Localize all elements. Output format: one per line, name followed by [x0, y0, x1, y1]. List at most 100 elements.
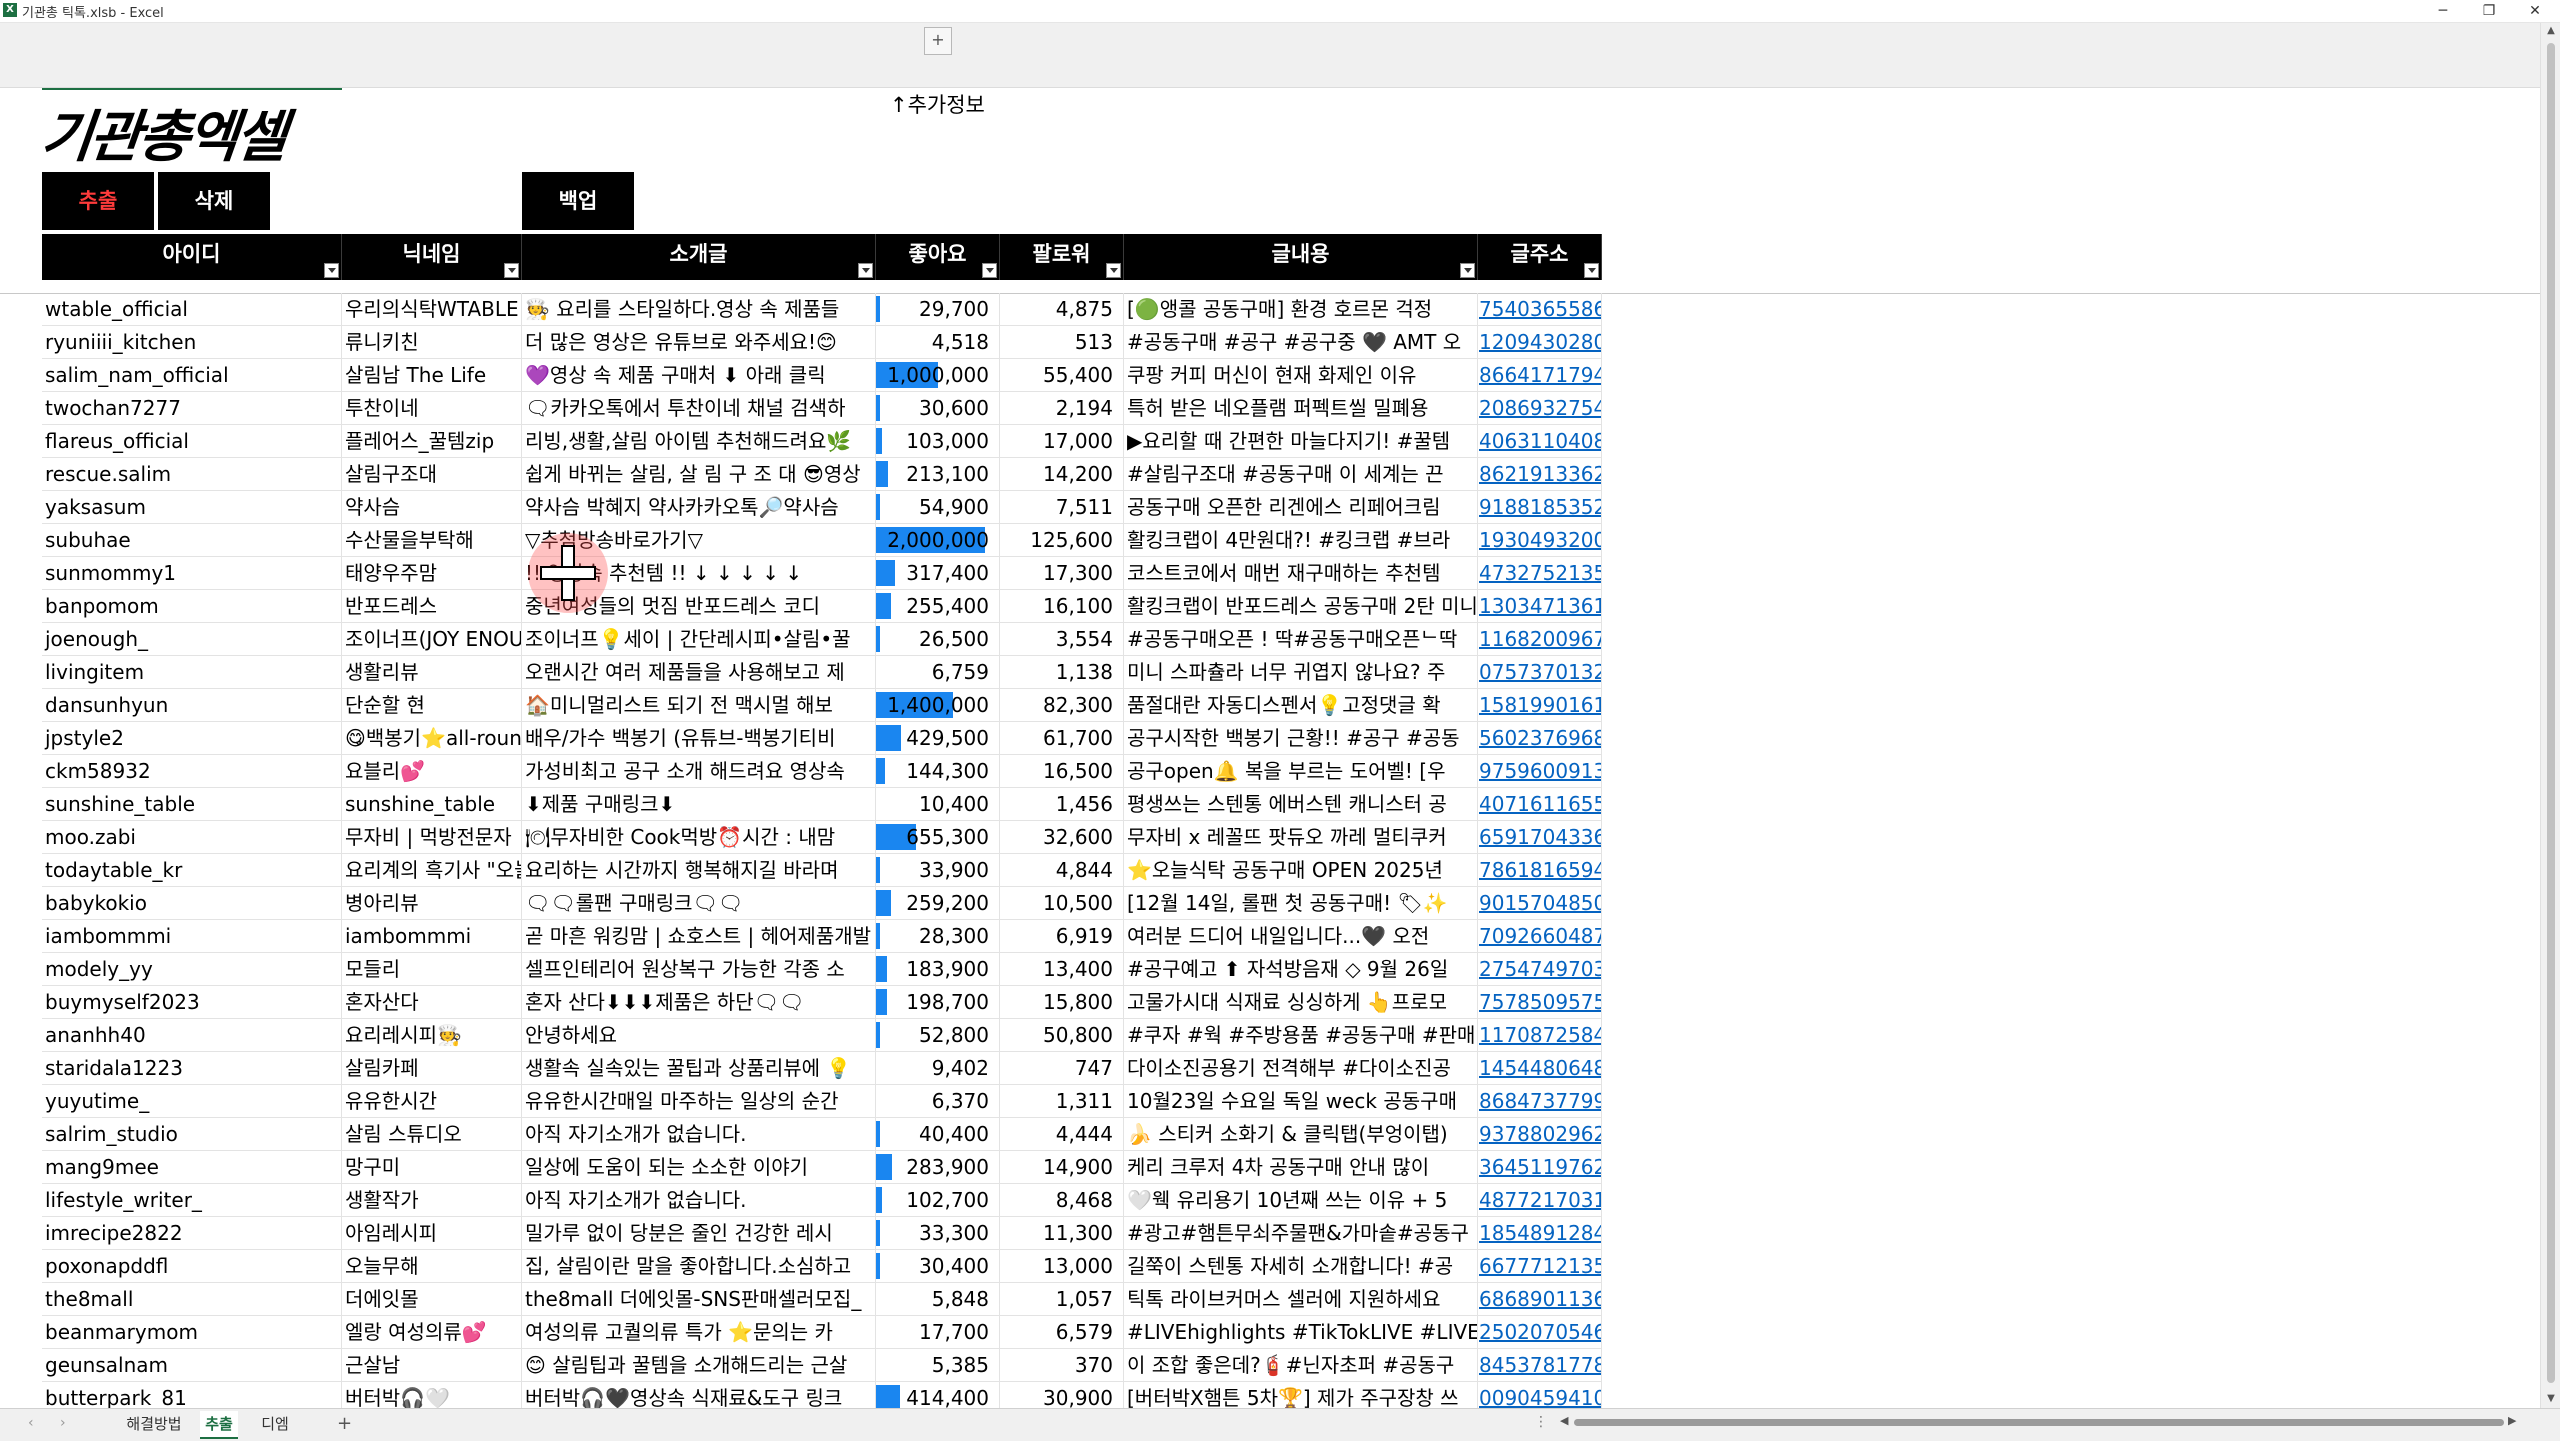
cell-link[interactable]: 1854891284: [1478, 1217, 1602, 1249]
cell-nickname[interactable]: 생활작가: [342, 1184, 522, 1216]
cell-link[interactable]: 4877217031: [1478, 1184, 1602, 1216]
cell-id[interactable]: yaksasum: [42, 491, 342, 523]
cell-content[interactable]: 특허 받은 네오플램 퍼펙트씰 밀폐용: [1124, 392, 1478, 424]
cell-nickname[interactable]: 류니키친: [342, 326, 522, 358]
vertical-scrollbar[interactable]: ▲ ▼: [2540, 23, 2560, 1408]
cell-bio[interactable]: 더 많은 영상은 유튜브로 와주세요!😊: [522, 326, 876, 358]
cell-likes[interactable]: 28,300: [876, 920, 1000, 952]
cell-followers[interactable]: 14,200: [1000, 458, 1124, 490]
cell-nickname[interactable]: 모들리: [342, 953, 522, 985]
cell-likes[interactable]: 259,200: [876, 887, 1000, 919]
cell-id[interactable]: salim_nam_official: [42, 359, 342, 391]
cell-id[interactable]: the8mall: [42, 1283, 342, 1315]
cell-bio[interactable]: 아직 자기소개가 없습니다.: [522, 1184, 876, 1216]
delete-button[interactable]: 삭제: [158, 172, 270, 230]
cell-content[interactable]: ⭐오늘식탁 공동구매 OPEN 2025년: [1124, 854, 1478, 886]
cell-bio[interactable]: 가성비최고 공구 소개 해드려요 영상속: [522, 755, 876, 787]
cell-likes[interactable]: 2,000,000: [876, 524, 1000, 556]
cell-bio[interactable]: 🗨카카오톡에서 투찬이네 채널 검색하: [522, 392, 876, 424]
cell-bio[interactable]: 오랜시간 여러 제품들을 사용해보고 제: [522, 656, 876, 688]
cell-id[interactable]: ryuniiii_kitchen: [42, 326, 342, 358]
cell-link[interactable]: 7540365586: [1478, 293, 1602, 325]
cell-id[interactable]: wtable_official: [42, 293, 342, 325]
cell-likes[interactable]: 283,900: [876, 1151, 1000, 1183]
tab-dm[interactable]: 디엠: [254, 1411, 296, 1437]
cell-nickname[interactable]: 살림카페: [342, 1052, 522, 1084]
cell-link[interactable]: 5602376968: [1478, 722, 1602, 754]
cell-id[interactable]: modely_yy: [42, 953, 342, 985]
filter-dropdown-icon[interactable]: [504, 263, 519, 278]
cell-followers[interactable]: 11,300: [1000, 1217, 1124, 1249]
cell-id[interactable]: rescue.salim: [42, 458, 342, 490]
more-options-icon[interactable]: ⋮: [1534, 1414, 1548, 1430]
cell-link[interactable]: 1930493200: [1478, 524, 1602, 556]
cell-nickname[interactable]: 수산물을부탁해: [342, 524, 522, 556]
cell-id[interactable]: imrecipe2822: [42, 1217, 342, 1249]
cell-nickname[interactable]: 유유한시간: [342, 1085, 522, 1117]
cell-link[interactable]: 8684737799: [1478, 1085, 1602, 1117]
cell-nickname[interactable]: 살림남 The Life: [342, 359, 522, 391]
cell-likes[interactable]: 30,400: [876, 1250, 1000, 1282]
cell-id[interactable]: livingitem: [42, 656, 342, 688]
filter-dropdown-icon[interactable]: [1584, 263, 1599, 278]
cell-nickname[interactable]: 더에잇몰: [342, 1283, 522, 1315]
cell-nickname[interactable]: 투찬이네: [342, 392, 522, 424]
cell-link[interactable]: 4063110408: [1478, 425, 1602, 457]
cell-id[interactable]: jpstyle2: [42, 722, 342, 754]
cell-bio[interactable]: 곧 마흔 워킹맘 | 쇼호스트 | 헤어제품개발: [522, 920, 876, 952]
cell-nickname[interactable]: 살림 스튜디오: [342, 1118, 522, 1150]
cell-followers[interactable]: 55,400: [1000, 359, 1124, 391]
cell-id[interactable]: poxonapddfl: [42, 1250, 342, 1282]
cell-likes[interactable]: 5,848: [876, 1283, 1000, 1315]
filter-dropdown-icon[interactable]: [982, 263, 997, 278]
close-button[interactable]: ✕: [2512, 0, 2558, 22]
cell-bio[interactable]: 조이너프💡세이 | 간단레시피•살림•꿀: [522, 623, 876, 655]
cell-link[interactable]: 7578509575: [1478, 986, 1602, 1018]
cell-content[interactable]: 🤍웩 유리용기 10년째 쓰는 이유 + 5: [1124, 1184, 1478, 1216]
minimize-button[interactable]: ─: [2420, 0, 2466, 22]
cell-followers[interactable]: 7,511: [1000, 491, 1124, 523]
cell-bio[interactable]: 생활속 실속있는 꿀팁과 상품리뷰에 💡: [522, 1052, 876, 1084]
cell-followers[interactable]: 513: [1000, 326, 1124, 358]
cell-content[interactable]: 이 조합 좋은데?🧯#닌자초퍼 #공동구: [1124, 1349, 1478, 1381]
h-scrollbar-thumb[interactable]: [1574, 1419, 2504, 1426]
cell-id[interactable]: geunsalnam: [42, 1349, 342, 1381]
cell-id[interactable]: iambommmi: [42, 920, 342, 952]
cell-followers[interactable]: 82,300: [1000, 689, 1124, 721]
cell-followers[interactable]: 6,579: [1000, 1316, 1124, 1348]
cell-followers[interactable]: 6,919: [1000, 920, 1124, 952]
cell-likes[interactable]: 1,000,000: [876, 359, 1000, 391]
cell-content[interactable]: 고물가시대 식재료 싱싱하게 👆프로모: [1124, 986, 1478, 1018]
cell-bio[interactable]: 일상에 도움이 되는 소소한 이야기: [522, 1151, 876, 1183]
cell-id[interactable]: lifestyle_writer_: [42, 1184, 342, 1216]
cell-followers[interactable]: 1,138: [1000, 656, 1124, 688]
cell-likes[interactable]: 144,300: [876, 755, 1000, 787]
cell-likes[interactable]: 655,300: [876, 821, 1000, 853]
cell-link[interactable]: 6591704336: [1478, 821, 1602, 853]
cell-id[interactable]: flareus_official: [42, 425, 342, 457]
cell-bio[interactable]: 배우/가수 백봉기 (유튜브-백봉기티비: [522, 722, 876, 754]
cell-likes[interactable]: 26,500: [876, 623, 1000, 655]
cell-nickname[interactable]: 약사슴: [342, 491, 522, 523]
backup-button[interactable]: 백업: [522, 172, 634, 230]
cell-content[interactable]: #쿠자 #웍 #주방용품 #공동구매 #판매: [1124, 1019, 1478, 1051]
cell-content[interactable]: 🍌 스티커 소화기 & 클릭탭(부엉이탭): [1124, 1118, 1478, 1150]
cell-id[interactable]: sunshine_table: [42, 788, 342, 820]
cell-id[interactable]: joenough_: [42, 623, 342, 655]
cell-nickname[interactable]: 반포드레스: [342, 590, 522, 622]
cell-likes[interactable]: 17,700: [876, 1316, 1000, 1348]
cell-id[interactable]: sunmommy1: [42, 557, 342, 589]
cell-nickname[interactable]: sunshine_table: [342, 788, 522, 820]
cell-id[interactable]: buymyself2023: [42, 986, 342, 1018]
cell-content[interactable]: 활킹크랩이 반포드레스 공동구매 2탄 미니가방: [1124, 590, 1478, 622]
cell-likes[interactable]: 40,400: [876, 1118, 1000, 1150]
cell-followers[interactable]: 13,000: [1000, 1250, 1124, 1282]
cell-content[interactable]: 여러분 드디어 내일입니다...🖤 오전: [1124, 920, 1478, 952]
cell-link[interactable]: 8664171794: [1478, 359, 1602, 391]
cell-link[interactable]: 0090459410: [1478, 1382, 1602, 1408]
cell-followers[interactable]: 10,500: [1000, 887, 1124, 919]
cell-followers[interactable]: 15,800: [1000, 986, 1124, 1018]
cell-nickname[interactable]: 오늘무해: [342, 1250, 522, 1282]
cell-id[interactable]: todaytable_kr: [42, 854, 342, 886]
cell-followers[interactable]: 1,456: [1000, 788, 1124, 820]
